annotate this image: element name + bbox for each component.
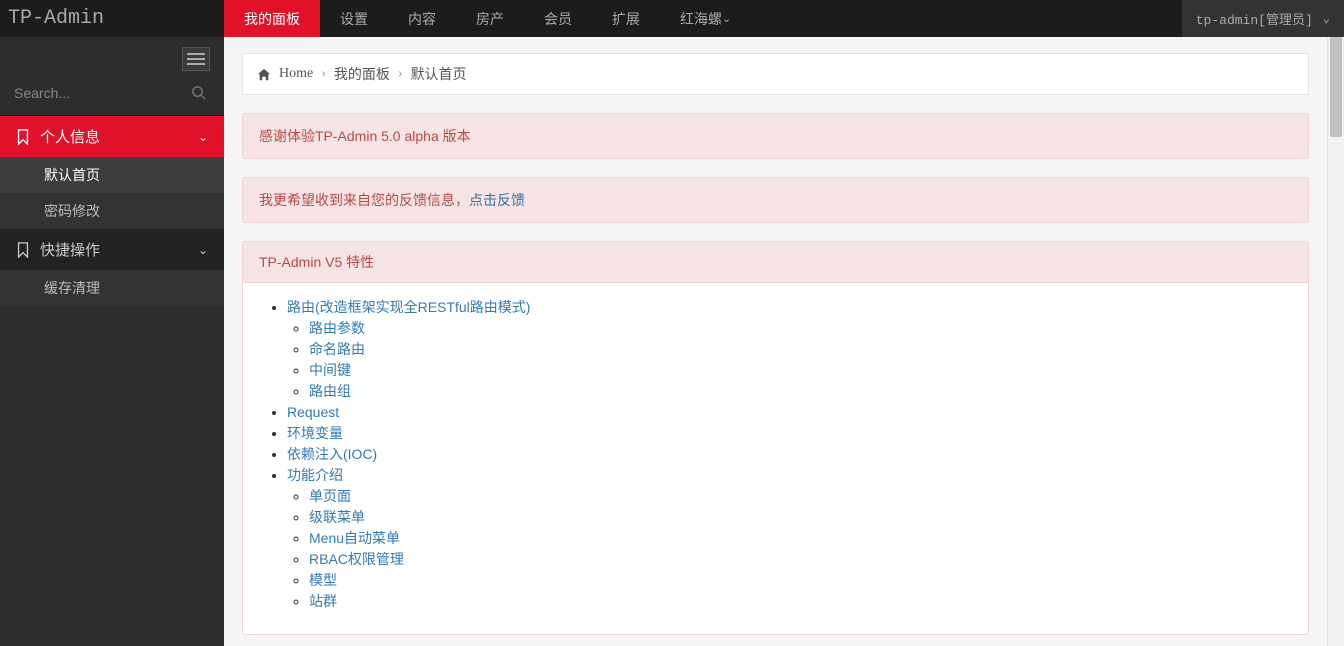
feature-link[interactable]: Request [287, 404, 339, 420]
bookmark-icon [16, 129, 30, 145]
sidebar-item[interactable]: 默认首页 [0, 157, 224, 193]
feature-item: Request [287, 402, 1286, 423]
breadcrumb: Home › 我的面板 › 默认首页 [242, 53, 1309, 95]
alert-link[interactable]: 点击反馈 [469, 192, 525, 208]
sidebar-section-label: 个人信息 [40, 126, 100, 147]
topbar: TP-Admin 我的面板设置内容房产会员扩展红海螺 ⌄ tp-admin[管理… [0, 0, 1344, 37]
topnav-item[interactable]: 设置 [320, 0, 388, 37]
topnav-item[interactable]: 内容 [388, 0, 456, 37]
feature-item: 环境变量 [287, 423, 1286, 444]
search-icon[interactable] [191, 85, 206, 103]
topnav-item[interactable]: 房产 [456, 0, 524, 37]
sidebar-section[interactable]: 个人信息 ⌄ [0, 116, 224, 157]
alert-banner: 我更希望收到来自您的反馈信息，点击反馈 [242, 177, 1309, 223]
feature-link[interactable]: 环境变量 [287, 425, 343, 441]
user-label: tp-admin[管理员] [1196, 9, 1313, 28]
bookmark-icon [16, 242, 30, 258]
sidebar-item[interactable]: 缓存清理 [0, 270, 224, 306]
breadcrumb-item[interactable]: 我的面板 [334, 64, 390, 84]
feature-subitem: 路由组 [309, 381, 1286, 402]
feature-link[interactable]: 级联菜单 [309, 509, 365, 525]
features-panel: TP-Admin V5 特性 路由(改造框架实现全RESTful路由模式) 路由参… [242, 241, 1309, 635]
brand: TP-Admin [0, 0, 224, 37]
topnav-item[interactable]: 我的面板 [224, 0, 320, 37]
scrollbar-thumb[interactable] [1330, 37, 1342, 137]
chevron-down-icon: ⌄ [1323, 11, 1330, 26]
alert-banner: 感谢体验TP-Admin 5.0 alpha 版本 [242, 113, 1309, 159]
content: 感谢体验TP-Admin 5.0 alpha 版本 我更希望收到来自您的反馈信息… [224, 95, 1327, 646]
breadcrumb-item: 默认首页 [411, 64, 467, 84]
feature-link[interactable]: 路由组 [309, 383, 351, 399]
feature-link[interactable]: 依赖注入(IOC) [287, 446, 377, 462]
feature-subitem: 中间键 [309, 360, 1286, 381]
feature-subitem: Menu自动菜单 [309, 528, 1286, 549]
sidebar: 个人信息 ⌄ 默认首页密码修改快捷操作 ⌄ 缓存清理 [0, 37, 224, 646]
feature-link[interactable]: 中间键 [309, 362, 351, 378]
feature-link[interactable]: 命名路由 [309, 341, 365, 357]
scrollbar[interactable] [1327, 37, 1344, 646]
chevron-down-icon: ⌄ [198, 243, 208, 257]
feature-list: 路由(改造框架实现全RESTful路由模式) 路由参数命名路由中间键路由组 Requ… [265, 297, 1286, 612]
feature-link[interactable]: 路由(改造框架实现全RESTful路由模式) [287, 299, 530, 315]
chevron-down-icon: ⌄ [198, 130, 208, 144]
search-row [0, 77, 224, 116]
feature-link[interactable]: Menu自动菜单 [309, 530, 400, 546]
feature-link[interactable]: 路由参数 [309, 320, 365, 336]
feature-subitem: 单页面 [309, 486, 1286, 507]
chevron-down-icon: ⌄ [722, 12, 731, 25]
feature-item: 功能介绍单页面级联菜单 Menu自动菜单 RBAC权限管理模型站群 [287, 465, 1286, 612]
feature-link[interactable]: 功能介绍 [287, 467, 343, 483]
topnav-item[interactable]: 扩展 [592, 0, 660, 37]
home-icon [257, 68, 271, 81]
feature-item: 依赖注入(IOC) [287, 444, 1286, 465]
alert-text: 感谢体验TP-Admin 5.0 alpha 版本 [259, 128, 471, 144]
search-input[interactable] [14, 85, 210, 101]
feature-link[interactable]: 模型 [309, 572, 337, 588]
breadcrumb-home[interactable]: Home [279, 66, 313, 82]
feature-link[interactable]: 站群 [309, 593, 337, 609]
chevron-right-icon: › [321, 66, 326, 82]
chevron-right-icon: › [398, 66, 403, 82]
topnav-item[interactable]: 会员 [524, 0, 592, 37]
main: Home › 我的面板 › 默认首页 感谢体验TP-Admin 5.0 alph… [224, 37, 1327, 646]
topnav: 我的面板设置内容房产会员扩展红海螺 ⌄ [224, 0, 1182, 37]
feature-subitem: 命名路由 [309, 339, 1286, 360]
sidebar-section-label: 快捷操作 [40, 239, 100, 260]
feature-link[interactable]: RBAC权限管理 [309, 551, 404, 567]
feature-subitem: 站群 [309, 591, 1286, 612]
feature-subitem: 路由参数 [309, 318, 1286, 339]
feature-subitem: 级联菜单 [309, 507, 1286, 528]
topnav-item[interactable]: 红海螺 ⌄ [660, 0, 751, 37]
panel-title: TP-Admin V5 特性 [243, 242, 1308, 283]
sidebar-item[interactable]: 密码修改 [0, 193, 224, 229]
alert-text: 我更希望收到来自您的反馈信息， [259, 192, 469, 208]
feature-link[interactable]: 单页面 [309, 488, 351, 504]
sidebar-section[interactable]: 快捷操作 ⌄ [0, 229, 224, 270]
menu-toggle-button[interactable] [182, 47, 210, 71]
feature-subitem: RBAC权限管理 [309, 549, 1286, 570]
feature-item: 路由(改造框架实现全RESTful路由模式) 路由参数命名路由中间键路由组 [287, 297, 1286, 402]
user-menu[interactable]: tp-admin[管理员] ⌄ [1182, 0, 1344, 37]
feature-subitem: 模型 [309, 570, 1286, 591]
